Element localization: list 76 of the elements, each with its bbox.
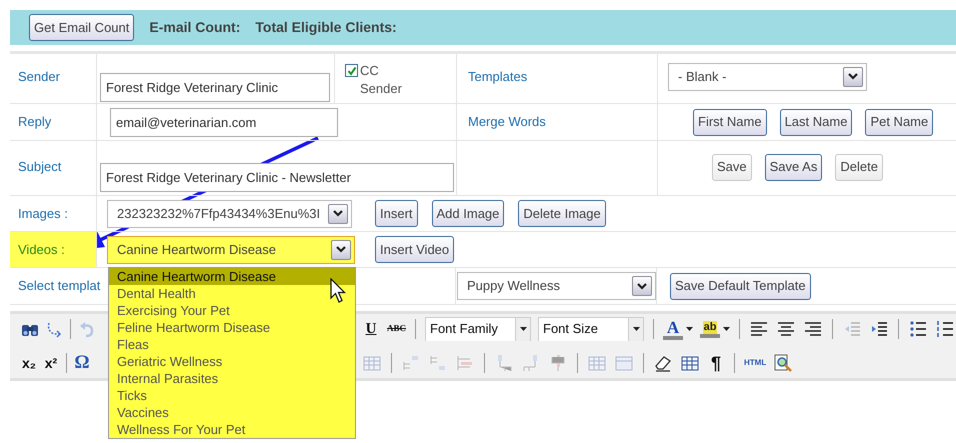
caret-icon xyxy=(520,327,527,331)
field-label: Select templat xyxy=(18,277,100,296)
text-color-button[interactable]: A xyxy=(661,317,696,341)
videos-label: Videos : xyxy=(10,232,97,267)
video-option[interactable]: Ticks xyxy=(109,387,355,404)
caret-icon xyxy=(723,327,730,331)
numbered-list-icon[interactable] xyxy=(935,319,956,339)
chevron-down-icon xyxy=(848,73,858,80)
html-source-button[interactable]: HTML xyxy=(742,352,768,374)
bulleted-list-icon[interactable] xyxy=(908,319,928,339)
chevron-down-icon xyxy=(333,210,343,217)
templates-select[interactable]: - Blank - xyxy=(668,62,867,90)
dropdown-button[interactable] xyxy=(328,204,348,224)
highlight-color-button[interactable]: ab xyxy=(698,317,732,341)
merge-word-button[interactable]: Pet Name xyxy=(865,108,934,136)
dropdown-button[interactable] xyxy=(331,240,351,260)
reply-field[interactable]: email@veterinarian.com xyxy=(110,108,338,136)
count-label: Total Eligible Clients: xyxy=(255,18,397,37)
special-character-button[interactable]: Ω xyxy=(71,352,93,374)
font-select[interactable]: Font Family xyxy=(425,317,532,341)
align-center-icon[interactable] xyxy=(776,319,796,339)
select-value: Puppy Wellness xyxy=(466,277,561,296)
cc-sender-label: CC Sender xyxy=(360,62,403,98)
select-value: 232323232%7Ffp43434%3Enu%3I xyxy=(116,204,322,223)
field-label: Sender xyxy=(18,68,60,86)
video-option[interactable]: Vaccines xyxy=(109,404,355,421)
subject-field[interactable]: Forest Ridge Veterinary Clinic - Newsletter xyxy=(100,162,454,192)
template-select[interactable]: Puppy Wellness xyxy=(457,272,656,300)
field-label: Reply xyxy=(18,113,52,132)
image-button[interactable]: Delete Image xyxy=(518,200,606,227)
superscript-button[interactable]: x² xyxy=(40,352,62,374)
image-button[interactable]: Insert xyxy=(375,200,418,227)
underline-button[interactable]: U xyxy=(360,318,382,340)
image-button[interactable]: Add Image xyxy=(432,200,504,227)
merge-word-button[interactable]: First Name xyxy=(693,108,767,136)
count-label: E-mail Count: xyxy=(149,18,240,37)
caret-icon xyxy=(632,327,640,331)
dropdown-button[interactable] xyxy=(632,276,652,296)
video-option[interactable]: Canine Heartworm Disease xyxy=(109,268,355,285)
get-email-count-button[interactable]: Get Email Count xyxy=(29,14,134,41)
save-default-template-button[interactable]: Save Default Template xyxy=(670,272,811,300)
mouse-pointer-icon xyxy=(330,278,346,304)
video-option[interactable]: Geriatric Wellness xyxy=(109,353,355,370)
subscript-button[interactable]: x₂ xyxy=(18,352,40,374)
dropdown-button[interactable] xyxy=(843,66,863,86)
chevron-down-icon xyxy=(637,282,647,290)
field-label: Subject xyxy=(18,158,62,176)
select-value: - Blank - xyxy=(677,68,728,86)
select-value: Font Family xyxy=(429,320,499,338)
align-left-icon[interactable] xyxy=(749,319,770,339)
caret-icon xyxy=(686,327,694,331)
merge-word-button[interactable]: Last Name xyxy=(780,108,852,136)
indent-icon[interactable] xyxy=(869,319,890,339)
insert-video-button[interactable]: Insert Video xyxy=(375,236,454,263)
video-option[interactable]: Feline Heartworm Disease xyxy=(109,319,355,336)
sender-field[interactable]: Forest Ridge Veterinary Clinic xyxy=(100,73,330,102)
video-option[interactable]: Fleas xyxy=(109,336,355,353)
chevron-down-icon xyxy=(336,246,346,253)
align-right-icon[interactable] xyxy=(803,319,824,339)
field-label: Merge Words xyxy=(468,113,546,132)
videos-select[interactable]: Canine Heartworm Disease xyxy=(107,236,355,264)
select-value: Canine Heartworm Disease xyxy=(116,240,277,259)
paragraph-mark-button[interactable]: ¶ xyxy=(705,352,727,374)
strikethrough-button[interactable]: ABC xyxy=(385,318,408,340)
template-button[interactable]: Save As xyxy=(764,154,822,180)
cc-sender-checkbox[interactable] xyxy=(345,64,358,77)
select-value: Font Size xyxy=(542,320,599,338)
font-select[interactable]: Font Size xyxy=(538,317,644,341)
field-label: Images : xyxy=(18,204,68,223)
video-option[interactable]: Dental Health xyxy=(109,285,355,302)
video-option[interactable]: Internal Parasites xyxy=(109,370,355,387)
preview-icon[interactable] xyxy=(773,353,794,373)
field-label: Templates xyxy=(468,68,528,86)
video-option[interactable]: Exercising Your Pet xyxy=(109,302,355,319)
video-option[interactable]: Wellness For Your Pet xyxy=(109,421,355,438)
images-select[interactable]: 232323232%7Ffp43434%3Enu%3I xyxy=(107,200,352,228)
